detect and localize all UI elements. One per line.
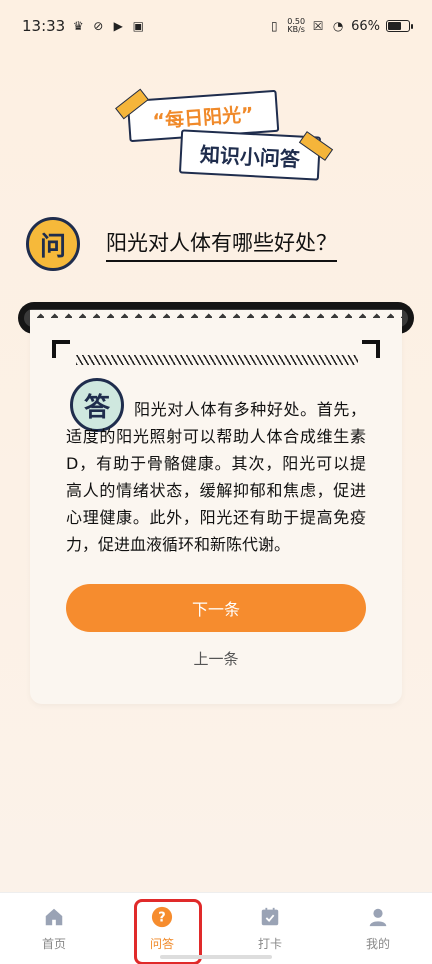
- prev-button[interactable]: 上一条: [166, 644, 266, 672]
- battery-percent: 66%: [351, 18, 380, 34]
- nav-item-qa[interactable]: ? 问答: [108, 893, 216, 964]
- question-icon: ?: [150, 905, 174, 929]
- message-icon: ▣: [132, 19, 144, 33]
- nav-label-checkin: 打卡: [257, 937, 282, 951]
- answer-text: 阳光对人体有多种好处。首先，适度的阳光照射可以帮助人体合成维生素D，有助于骨骼健…: [66, 400, 366, 554]
- nav-item-checkin[interactable]: 打卡: [216, 893, 324, 964]
- nav-label-home: 首页: [41, 937, 66, 951]
- home-indicator: [160, 955, 272, 959]
- hatch-divider: [76, 355, 358, 365]
- nav-label-qa: 问答: [149, 937, 174, 951]
- crown-icon: ♛: [72, 19, 84, 33]
- wifi-icon: ◔: [332, 19, 344, 33]
- nav-item-me[interactable]: 我的: [324, 893, 432, 964]
- play-icon: ▶: [113, 19, 123, 33]
- question-badge-icon: 问: [26, 217, 80, 271]
- banner-line2: 知识小问答: [178, 129, 322, 181]
- status-bar: 13:33 ♛ ⊘ ▶ ▣ ▯ 0.50 KB/s ☒ ◔ 66%: [0, 0, 432, 52]
- header-banner: “每日阳光” 知识小问答: [110, 88, 334, 185]
- question-row: 问 阳光对人体有哪些好处？: [26, 216, 406, 272]
- sim-icon: ☒: [312, 19, 324, 33]
- vibrate-icon: ▯: [270, 19, 278, 33]
- corner-bracket-right: [362, 340, 380, 358]
- question-text: 阳光对人体有哪些好处？: [106, 227, 337, 262]
- home-icon: [42, 905, 66, 929]
- status-time: 13:33: [22, 17, 66, 35]
- corner-bracket-left: [52, 340, 70, 358]
- calendar-check-icon: [258, 905, 282, 929]
- nav-item-home[interactable]: 首页: [0, 893, 108, 964]
- net-speed: 0.50 KB/s: [287, 17, 306, 34]
- next-button[interactable]: 下一条: [66, 584, 366, 632]
- battery-icon: [386, 20, 413, 32]
- app-notification-icon: ⊘: [93, 19, 104, 33]
- bottom-nav: 首页 ? 问答 打卡 我的: [0, 892, 432, 964]
- svg-text:?: ?: [158, 911, 165, 926]
- card-zigzag-edge: [30, 310, 402, 324]
- nav-label-me: 我的: [365, 937, 390, 951]
- user-icon: [366, 905, 390, 929]
